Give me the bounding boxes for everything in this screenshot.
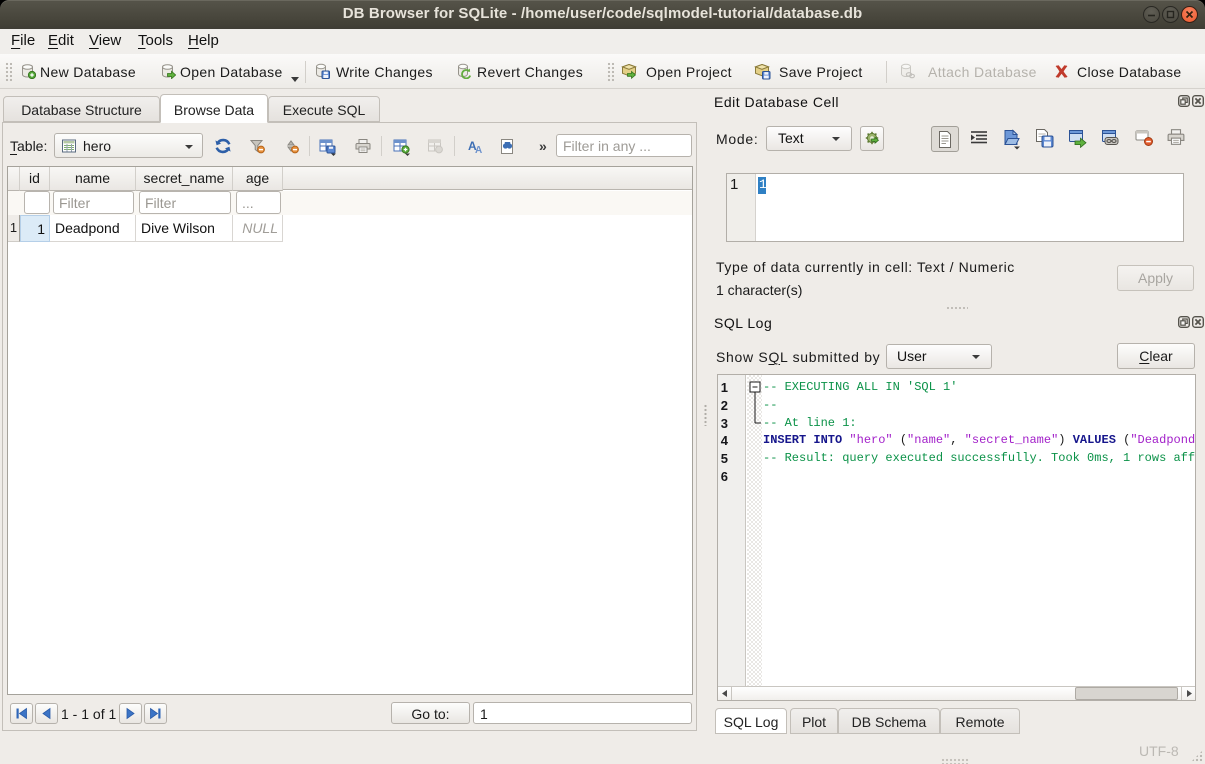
svg-text:A: A — [475, 145, 482, 155]
